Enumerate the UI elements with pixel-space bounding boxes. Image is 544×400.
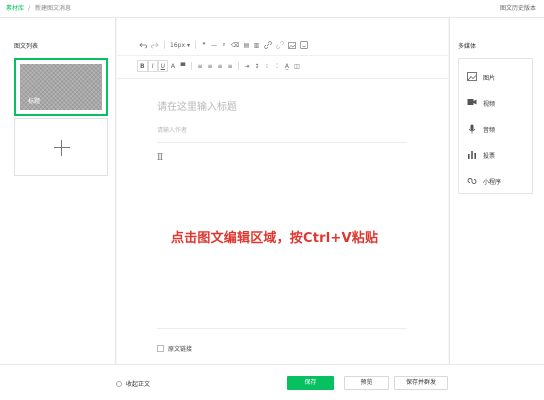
breadcrumb-current: 新建图文消息 [35,5,72,12]
image-icon [467,72,477,82]
clear-format-icon[interactable]: ⌫ [229,39,241,51]
toolbar-divider [237,62,239,70]
background-color-button[interactable]: ▀ [178,60,188,72]
line-height-icon[interactable]: ↕ [252,60,262,72]
unordered-list-icon[interactable]: ⁚ [272,60,282,72]
format-brush-icon[interactable]: ⌕ [219,39,229,51]
original-link-label: 原文链接 [168,346,193,353]
article-thumb-title: 标题 [28,98,41,105]
media-item-label: 音频 [483,126,496,134]
font-size-select[interactable]: 16px ▾ [168,39,192,51]
toolbar-row-1: 16px ▾ ❞ — ⌕ ⌫ ▤ ▥ [137,38,310,52]
article-thumbnail: 标题 [20,64,102,110]
save-and-mass-send-button[interactable]: 保存并群发 [394,376,448,390]
toolbar-divider-line [117,55,448,56]
underline-button[interactable]: U [157,60,168,72]
align-center-icon[interactable]: ≡ [205,60,215,72]
letter-spacing-icon[interactable]: A̲ [282,60,292,72]
toolbar-divider [190,62,192,70]
preview-button[interactable]: 预览 [344,376,389,390]
media-item-label: 图片 [483,74,496,82]
font-color-button[interactable]: A [168,60,178,72]
author-underline [157,142,407,143]
media-panel: 多媒体 图片 视频 音频 投票 小程序 [449,18,544,364]
editor-area: 16px ▾ ❞ — ⌕ ⌫ ▤ ▥ B I U A ▀ ≡ ≡ ≡ ≡ ⇥ ↕… [117,18,448,364]
align-left-icon[interactable]: ≡ [195,60,205,72]
collapse-body-option[interactable]: 收起正文 [116,379,150,388]
article-card-selected[interactable]: 标题 [14,58,108,116]
original-link-checkbox[interactable] [157,345,164,352]
toolbar-divider [195,41,197,49]
media-item-label: 视频 [483,100,496,108]
media-item-video[interactable]: 视频 [459,92,532,114]
toolbar-row-2: B I U A ▀ ≡ ≡ ≡ ≡ ⇥ ↕ ⁝ ⁚ A̲ ◫ [137,59,302,73]
toolbar-divider [164,41,165,49]
title-input[interactable]: 请在这里输入标题 [157,98,237,113]
media-item-vote[interactable]: 投票 [459,144,532,166]
original-link-option[interactable]: 原文链接 [157,344,192,353]
font-size-value: 16px [170,41,185,49]
history-versions-link[interactable]: 图文历史版本 [500,0,536,18]
vote-icon [467,150,477,160]
justify-icon[interactable]: ≡ [225,60,235,72]
video-icon [467,98,477,108]
align-right-icon[interactable]: ≡ [215,60,225,72]
body-bottom-line [157,328,407,329]
more-tools-icon[interactable]: ◫ [292,60,302,72]
collapse-radio[interactable] [116,380,122,387]
plus-icon [54,147,70,148]
collapse-label: 收起正文 [126,381,151,388]
breadcrumb-separator: / [28,5,31,12]
media-item-label: 小程序 [483,178,502,186]
link-icon[interactable] [262,39,274,51]
breadcrumb-material-library[interactable]: 素材库 [6,0,24,18]
plus-icon-vertical [61,140,62,156]
undo-icon[interactable] [137,39,149,51]
paste-hint: 点击图文编辑区域，按Ctrl+V粘贴 [171,231,379,246]
media-item-miniprogram[interactable]: 小程序 [459,170,532,192]
unlink-icon[interactable] [274,39,286,51]
redo-icon[interactable] [149,39,161,51]
author-input[interactable]: 请输入作者 [157,125,187,134]
top-bar: 素材库 / 新建图文消息 图文历史版本 [0,0,544,18]
add-article-button[interactable] [14,118,108,176]
horizontal-rule-icon[interactable]: — [209,39,219,51]
media-panel-title: 多媒体 [458,43,477,50]
media-list: 图片 视频 音频 投票 小程序 [458,58,533,194]
emoji-icon[interactable] [298,39,310,51]
toolbar-bottom-line [117,78,448,79]
image-insert-icon[interactable] [286,39,298,51]
footer-bar: 收起正文 保存 预览 保存并群发 [0,364,544,400]
media-item-audio[interactable]: 音频 [459,118,532,140]
media-item-label: 投票 [483,152,496,160]
quote-icon[interactable]: ❞ [199,39,209,51]
audio-icon [467,124,477,134]
media-item-image[interactable]: 图片 [459,66,532,88]
article-list-panel: 图文列表 标题 [0,18,116,364]
table-icon[interactable]: ▤ [242,39,252,51]
bold-button[interactable]: B [137,60,148,72]
columns-icon[interactable]: ▥ [252,39,262,51]
miniprogram-icon [467,176,477,186]
article-list-title: 图文列表 [14,43,39,50]
text-cursor-icon: Ⅱ [157,153,164,163]
italic-button[interactable]: I [147,60,158,72]
save-button[interactable]: 保存 [287,376,334,390]
ordered-list-icon[interactable]: ⁝ [262,60,272,72]
chevron-down-icon: ▾ [187,41,191,49]
indent-icon[interactable]: ⇥ [242,60,252,72]
